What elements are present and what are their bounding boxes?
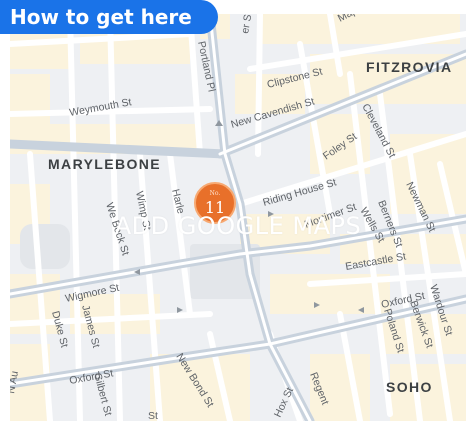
street-st-bottom: St bbox=[148, 410, 158, 421]
district-marylebone: MARYLEBONE bbox=[48, 156, 161, 172]
marker-prefix: No. bbox=[209, 190, 221, 197]
map-placeholder-text: ADD GOOGLE MAPS bbox=[114, 212, 362, 240]
section-heading: How to get here bbox=[0, 0, 218, 34]
district-fitzrovia: FITZROVIA bbox=[366, 59, 452, 75]
district-soho: SOHO bbox=[386, 379, 433, 395]
how-to-get-here-section: How to get here FITZROVIA MARYLEBONE SOH… bbox=[0, 0, 466, 421]
